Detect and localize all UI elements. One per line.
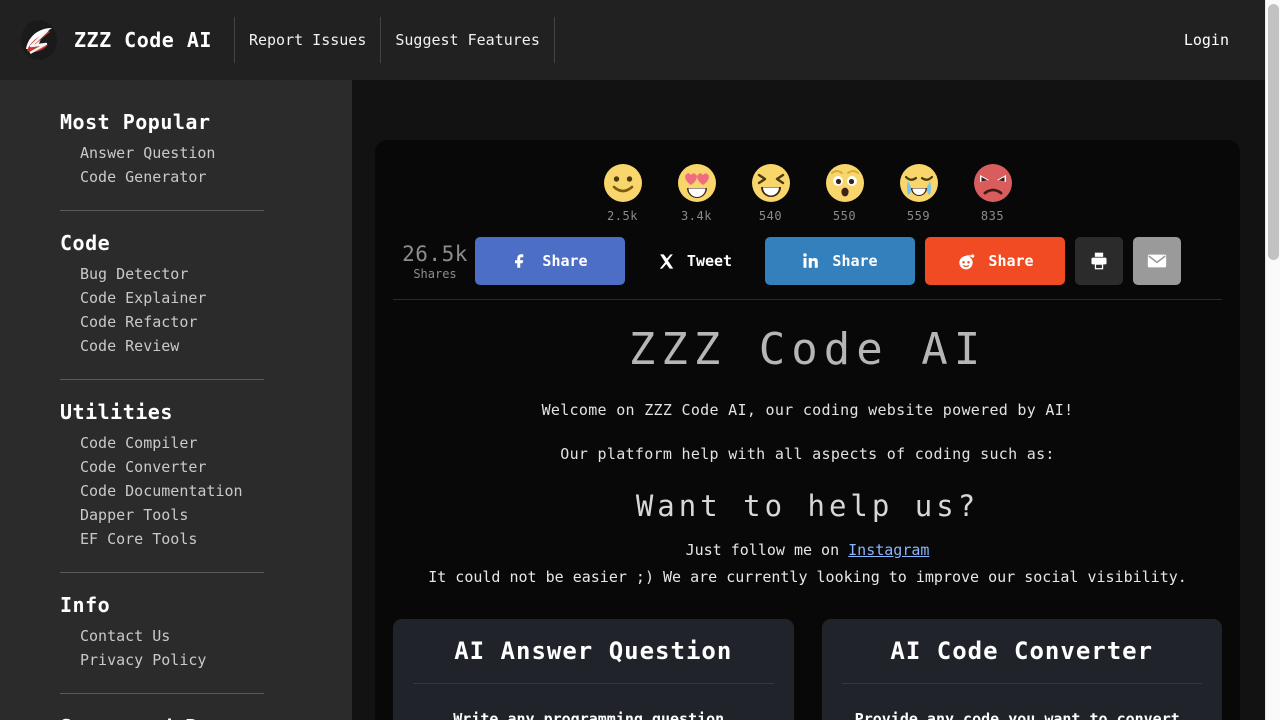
reaction-count: 2.5k [607,209,638,223]
emoji-reaction-bar: 2.5k 3.4k 540 550 559 835 [391,158,1224,223]
nav-link-suggest-features[interactable]: Suggest Features [380,17,555,63]
sidebar-heading-utilities: Utilities [60,400,173,424]
card-text: Provide any code you want to convert, [854,710,1189,720]
sidebar-item-code-documentation[interactable]: Code Documentation [80,479,328,503]
card-divider [841,683,1202,684]
sidebar-item-bug-detector[interactable]: Bug Detector [80,262,328,286]
feature-cards: AI Answer Question Write any programming… [391,619,1224,720]
facebook-share-label: Share [542,252,588,270]
surprised-emoji-icon [825,164,864,202]
linkedin-share-button[interactable]: Share [765,237,915,285]
sidebar-item-code-compiler[interactable]: Code Compiler [80,431,328,455]
reaction-laughing[interactable]: 540 [749,162,793,223]
card-ai-code-converter[interactable]: AI Code Converter Provide any code you w… [821,619,1222,720]
sidebar-section-sponsored-by: Sponsored By [0,715,328,720]
sidebar-section-most-popular: Most Popular Answer Question Code Genera… [0,110,328,189]
reaction-count: 540 [758,209,783,223]
sidebar-item-contact-us[interactable]: Contact Us [80,624,328,648]
x-tweet-button[interactable]: Tweet [635,237,755,285]
reddit-icon [959,254,975,270]
share-count-number: 26.5k [402,241,468,266]
sidebar-item-dapper-tools[interactable]: Dapper Tools [80,503,328,527]
reaction-heart-eyes[interactable]: 3.4k [675,162,719,223]
card-title: AI Answer Question [454,637,733,665]
facebook-icon [515,254,524,268]
logo-svg [21,20,57,60]
reaction-crying[interactable]: 559 [897,162,941,223]
sidebar-item-code-converter[interactable]: Code Converter [80,455,328,479]
print-button[interactable] [1075,237,1123,285]
sidebar-item-code-generator[interactable]: Code Generator [80,165,328,189]
hero-welcome-line: Welcome on ZZZ Code AI, our coding websi… [541,401,1074,419]
reaction-count: 3.4k [681,209,712,223]
reaction-surprised[interactable]: 550 [823,162,867,223]
print-icon [1091,252,1107,270]
share-count-label: Shares [413,266,457,281]
help-note: It could not be easier ;) We are current… [428,568,1187,586]
x-tweet-label: Tweet [686,252,733,270]
content-panel: 2.5k 3.4k 540 550 559 835 26.5k Shares S… [375,140,1240,720]
sidebar-heading-info: Info [60,593,111,617]
sidebar-section-info: Info Contact Us Privacy Policy [0,593,328,672]
brand-title: ZZZ Code AI [74,28,212,52]
sidebar-heading-sponsored-by: Sponsored By [60,715,328,720]
follow-prefix: Just follow me on [685,541,849,559]
scrollbar-thumb[interactable] [1268,4,1279,260]
heart-eyes-emoji-icon [677,164,716,202]
card-ai-answer-question[interactable]: AI Answer Question Write any programming… [393,619,794,720]
reaction-count: 550 [832,209,857,223]
login-link[interactable]: Login [1184,31,1229,49]
sidebar-item-ef-core-tools[interactable]: EF Core Tools [80,527,328,551]
sidebar-section-utilities: Utilities Code Compiler Code Converter C… [0,400,328,551]
page-root: ZZZ Code AI Report Issues Suggest Featur… [0,0,1280,720]
card-divider [413,683,774,684]
page-title: ZZZ Code AI [628,324,987,375]
top-navigation-bar: ZZZ Code AI Report Issues Suggest Featur… [0,0,1265,80]
main-content: 2.5k 3.4k 540 550 559 835 26.5k Shares S… [352,80,1265,720]
angry-emoji-icon [973,164,1012,202]
linkedin-icon [803,253,819,268]
reaction-count: 559 [906,209,931,223]
reddit-share-label: Share [988,252,1034,270]
zzz-lightning-logo-icon[interactable] [18,19,60,61]
sidebar: Most Popular Answer Question Code Genera… [0,80,352,720]
reddit-share-button[interactable]: Share [925,237,1065,285]
follow-line: Just follow me on Instagram [391,541,1224,559]
sidebar-item-code-refactor[interactable]: Code Refactor [80,310,328,334]
facebook-share-button[interactable]: Share [475,237,625,285]
nav-link-report-issues[interactable]: Report Issues [233,17,380,63]
help-title: Want to help us? [635,489,980,523]
hero-platform-line: Our platform help with all aspects of co… [560,445,1055,463]
email-icon [1147,254,1167,268]
card-title: AI Code Converter [890,637,1154,665]
sidebar-section-code: Code Bug Detector Code Explainer Code Re… [0,231,328,358]
card-text: Write any programming question, [453,710,734,720]
share-bar: 26.5k Shares Share Tweet Share Share [391,237,1224,285]
smile-emoji-icon [603,164,642,202]
nav-links: Report Issues Suggest Features [233,17,555,63]
sidebar-item-code-review[interactable]: Code Review [80,334,328,358]
x-twitter-icon [659,253,674,269]
laughing-emoji-icon [751,164,790,202]
reaction-smile[interactable]: 2.5k [601,162,645,223]
linkedin-share-label: Share [832,252,878,270]
page-scrollbar[interactable] [1265,0,1280,720]
reaction-angry[interactable]: 835 [971,162,1015,223]
share-count: 26.5k Shares [399,242,471,281]
email-share-button[interactable] [1133,237,1181,285]
sidebar-item-code-explainer[interactable]: Code Explainer [80,286,328,310]
panel-divider [393,299,1222,300]
crying-emoji-icon [899,164,938,202]
instagram-link[interactable]: Instagram [848,541,929,559]
sidebar-item-privacy-policy[interactable]: Privacy Policy [80,648,328,672]
sidebar-item-answer-question[interactable]: Answer Question [80,141,328,165]
reaction-count: 835 [980,209,1005,223]
sidebar-heading-code: Code [60,231,111,255]
sidebar-heading-most-popular: Most Popular [60,110,211,134]
